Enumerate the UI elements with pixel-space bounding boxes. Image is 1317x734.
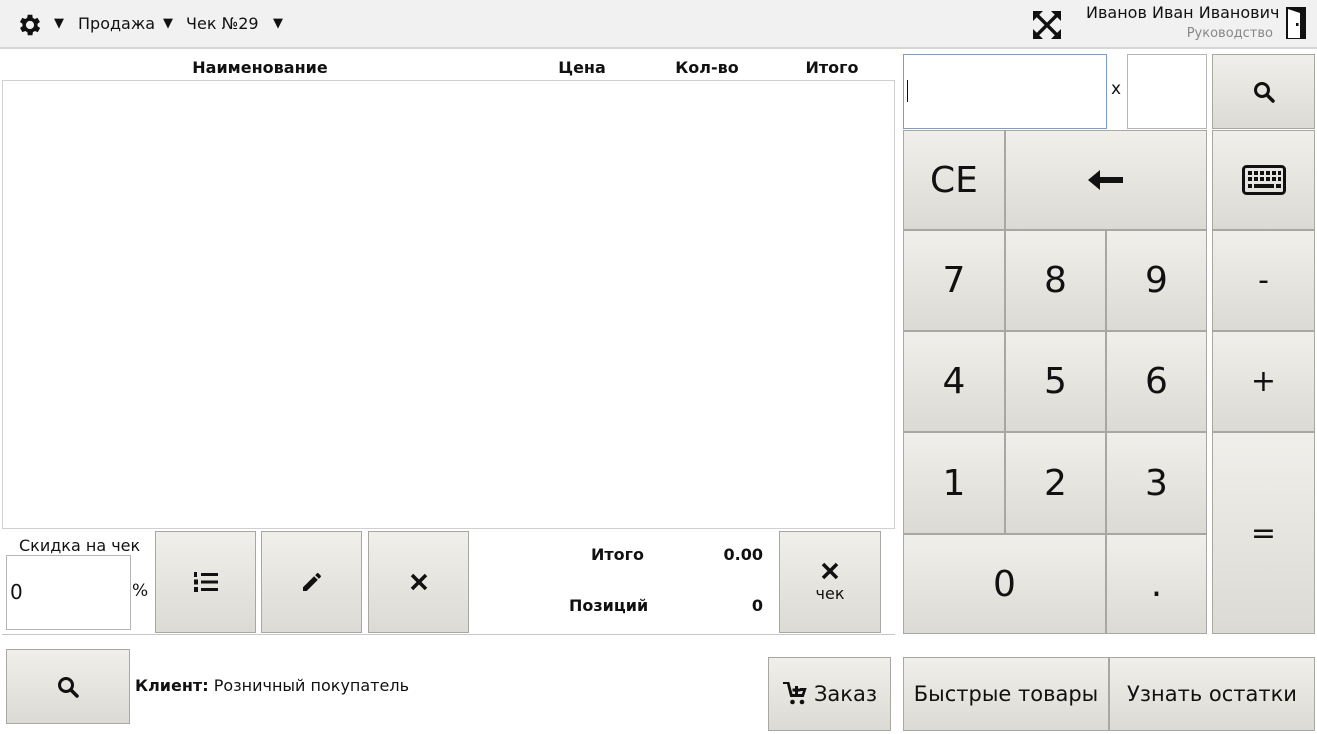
logout-door-icon[interactable] [1284, 6, 1308, 40]
column-header-total: Итого [805, 58, 859, 77]
text-cursor [907, 80, 908, 102]
quantity-input[interactable] [1127, 54, 1207, 129]
keypad-3-button[interactable]: 3 [1106, 432, 1207, 534]
close-receipt-label: чек [815, 583, 845, 603]
items-table[interactable] [2, 80, 895, 529]
column-header-qty: Кол-во [675, 58, 739, 77]
keypad-4-button[interactable]: 4 [903, 331, 1005, 432]
close-icon [821, 562, 839, 579]
edit-button[interactable] [261, 531, 362, 633]
discount-value: 0 [10, 580, 23, 604]
close-receipt-button[interactable]: чек [779, 531, 881, 633]
keypad-2-button[interactable]: 2 [1005, 432, 1106, 534]
order-label: Заказ [813, 682, 878, 706]
client-value: Розничный покупатель [213, 676, 409, 695]
user-role: Руководство [1186, 26, 1273, 41]
column-header-name: Наименование [192, 58, 328, 77]
keyboard-icon [1241, 165, 1286, 195]
client-label: Клиент: [135, 676, 209, 695]
discount-label: Скидка на чек [19, 536, 141, 555]
arrow-left-icon [1088, 170, 1123, 190]
keypad-6-button[interactable]: 6 [1106, 331, 1207, 432]
client-info: Клиент: Розничный покупатель [135, 676, 409, 695]
total-value: 0.00 [723, 545, 763, 564]
keypad-ce-button[interactable]: CE [903, 130, 1005, 230]
keyboard-button[interactable] [1212, 130, 1315, 230]
search-icon [1253, 81, 1275, 103]
divider [2, 634, 895, 635]
order-button[interactable]: Заказ [768, 657, 891, 731]
keypad-8-button[interactable]: 8 [1005, 230, 1106, 331]
quick-goods-button[interactable]: Быстрые товары [903, 657, 1109, 731]
keypad-0-button[interactable]: 0 [903, 534, 1106, 634]
search-icon [58, 676, 79, 698]
delete-item-button[interactable] [368, 531, 469, 633]
discount-percent-sign: % [132, 581, 149, 601]
column-header-price: Цена [558, 58, 606, 77]
mode-dropdown[interactable]: Продажа [78, 14, 155, 33]
receipt-dropdown-arrow-icon[interactable]: ▼ [273, 16, 283, 31]
user-name: Иванов Иван Иванович [1086, 3, 1280, 22]
numbered-list-icon [193, 572, 218, 592]
settings-gear-icon[interactable] [16, 11, 44, 39]
fullscreen-icon[interactable] [1031, 10, 1063, 40]
keypad-plus-button[interactable]: + [1212, 331, 1315, 432]
mode-dropdown-arrow-icon[interactable]: ▼ [163, 16, 173, 31]
keypad-5-button[interactable]: 5 [1005, 331, 1106, 432]
keypad-equals-button[interactable]: = [1212, 432, 1315, 634]
cart-plus-icon [782, 682, 807, 705]
close-icon [410, 573, 427, 591]
multiply-sign: x [1111, 79, 1122, 99]
pencil-icon [302, 573, 321, 591]
list-button[interactable] [155, 531, 256, 633]
positions-value: 0 [751, 596, 763, 615]
client-search-button[interactable] [6, 649, 130, 724]
keypad-backspace-button[interactable] [1005, 130, 1207, 230]
keypad-7-button[interactable]: 7 [903, 230, 1005, 331]
positions-label: Позиций [569, 596, 649, 615]
settings-dropdown-arrow-icon[interactable]: ▼ [54, 16, 64, 31]
discount-input[interactable]: 0 [6, 555, 131, 630]
receipt-dropdown[interactable]: Чек №29 [186, 14, 259, 33]
check-stock-button[interactable]: Узнать остатки [1109, 657, 1315, 731]
barcode-input[interactable] [903, 54, 1107, 129]
keypad-1-button[interactable]: 1 [903, 432, 1005, 534]
product-search-button[interactable] [1212, 54, 1315, 129]
keypad-9-button[interactable]: 9 [1106, 230, 1207, 331]
total-label: Итого [591, 545, 645, 564]
keypad-dot-button[interactable]: . [1106, 534, 1207, 634]
keypad-minus-button[interactable]: - [1212, 230, 1315, 331]
